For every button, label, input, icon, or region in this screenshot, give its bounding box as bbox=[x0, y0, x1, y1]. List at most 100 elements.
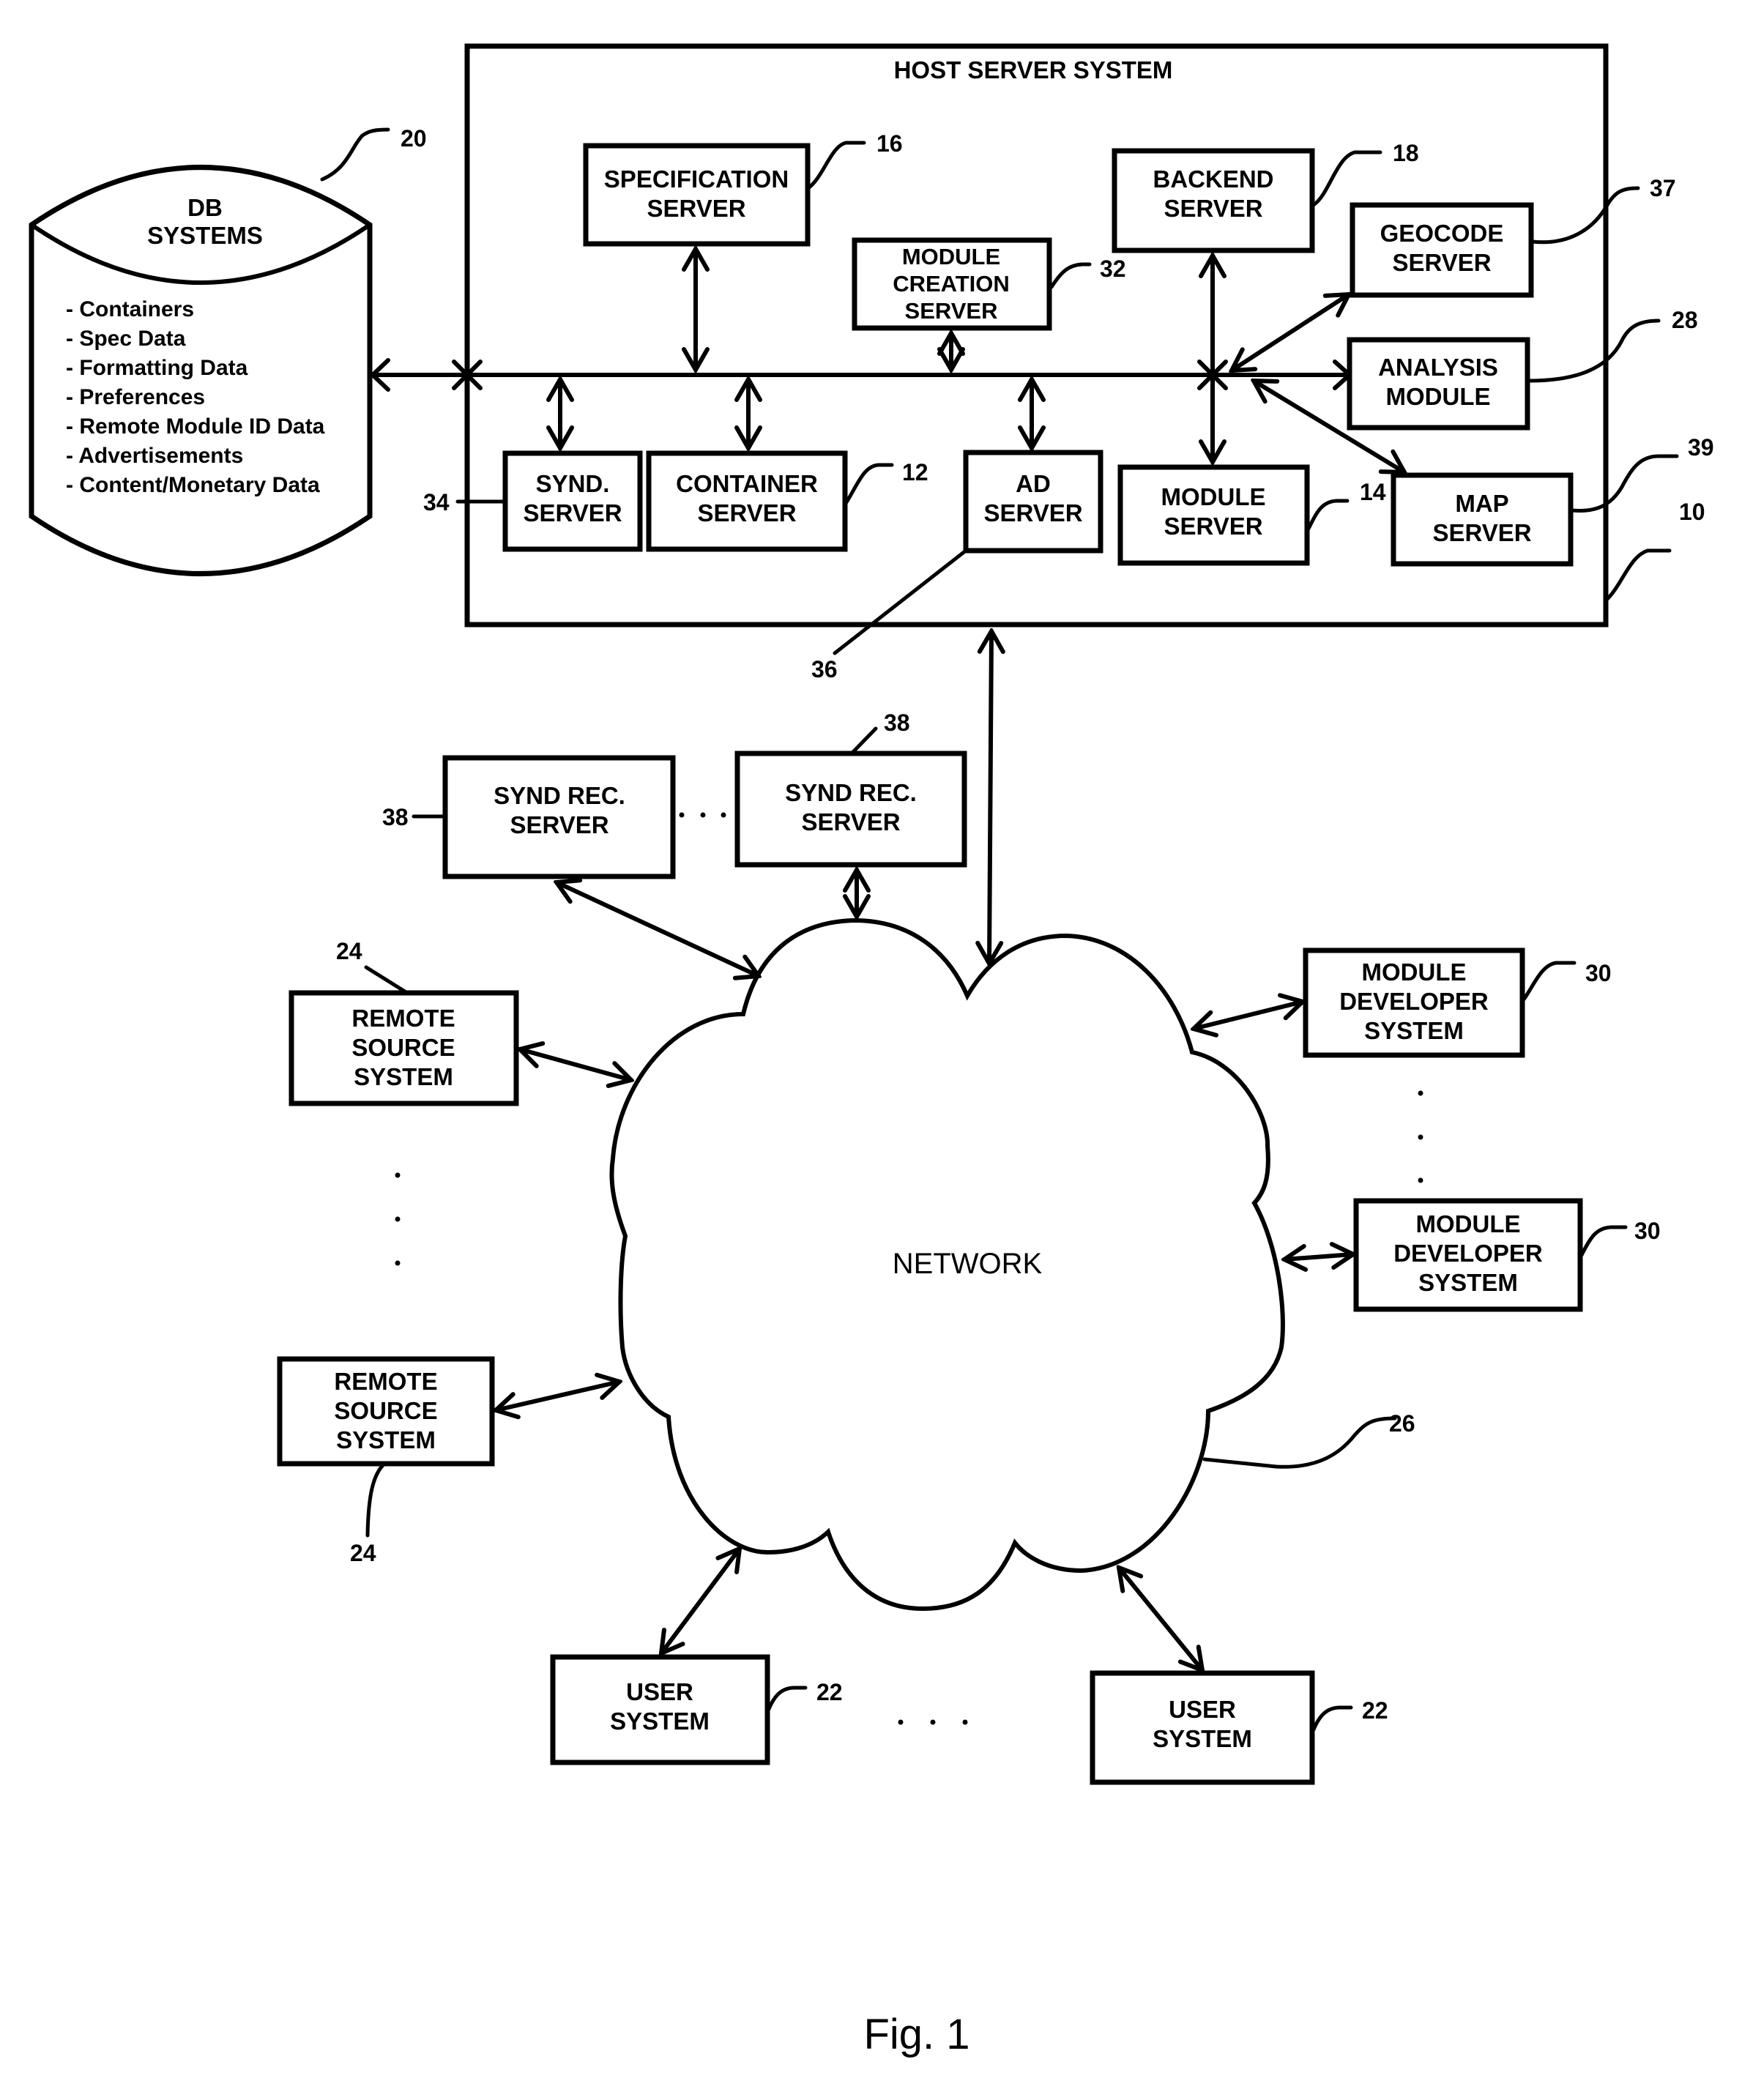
ref-label-39: 39 bbox=[1688, 434, 1714, 461]
db-item: - Preferences bbox=[66, 385, 205, 409]
synd-rec-2-label-2: SERVER bbox=[801, 808, 900, 835]
module-developer-dots bbox=[1418, 1090, 1423, 1183]
ref-label-10: 10 bbox=[1679, 499, 1705, 525]
module-developer-system-2[interactable]: MODULE DEVELOPER SYSTEM 30 bbox=[1353, 1198, 1661, 1312]
ref-leader-38b bbox=[849, 726, 878, 756]
remote-source-dots bbox=[395, 1172, 401, 1266]
module-server-label-1: MODULE bbox=[1161, 483, 1266, 510]
module-dev-1-label-2: DEVELOPER bbox=[1339, 988, 1489, 1015]
connector-module-dev-2-network bbox=[1284, 1254, 1353, 1259]
ref-label-32: 32 bbox=[1100, 256, 1126, 282]
specification-server-label-1: SPECIFICATION bbox=[604, 165, 789, 193]
host-server-system-title: HOST SERVER SYSTEM bbox=[894, 56, 1173, 83]
synd-rec-dots bbox=[679, 812, 726, 818]
ref-label-38b: 38 bbox=[884, 710, 910, 736]
db-item: - Formatting Data bbox=[66, 356, 248, 380]
ref-leader-30b bbox=[1579, 1225, 1628, 1257]
module-dev-2-label-3: SYSTEM bbox=[1418, 1269, 1518, 1296]
ref-label-30a: 30 bbox=[1585, 960, 1612, 986]
analysis-module-label-2: MODULE bbox=[1386, 383, 1491, 410]
figure-caption: Fig. 1 bbox=[863, 2011, 969, 2058]
user-system-2[interactable]: USER SYSTEM 22 bbox=[1090, 1670, 1388, 1785]
ref-leader-24a bbox=[364, 965, 409, 995]
geocode-server-label-1: GEOCODE bbox=[1380, 220, 1504, 247]
remote-source-2-label-3: SYSTEM bbox=[336, 1426, 436, 1453]
remote-source-system-2[interactable]: REMOTE SOURCE SYSTEM 24 bbox=[277, 1356, 495, 1566]
remote-source-system-1[interactable]: REMOTE SOURCE SYSTEM 24 bbox=[289, 938, 519, 1106]
ellipsis-dot bbox=[679, 812, 685, 818]
connector-user-1-network bbox=[661, 1549, 740, 1653]
specification-server-label-2: SERVER bbox=[647, 195, 745, 222]
network-label: NETWORK bbox=[893, 1248, 1043, 1280]
ref-label-22a: 22 bbox=[816, 1679, 843, 1705]
ref-label-24b: 24 bbox=[350, 1540, 376, 1566]
ellipsis-dot bbox=[1418, 1177, 1423, 1183]
db-item: - Spec Data bbox=[66, 327, 186, 351]
db-item: - Remote Module ID Data bbox=[66, 414, 325, 439]
map-server-label-2: SERVER bbox=[1432, 519, 1531, 546]
ref-label-24a: 24 bbox=[336, 938, 362, 964]
synd-server-label-1: SYND. bbox=[536, 470, 610, 497]
map-server-label-1: MAP bbox=[1455, 490, 1508, 517]
module-dev-2-label-2: DEVELOPER bbox=[1393, 1240, 1543, 1267]
ellipsis-dot bbox=[1418, 1090, 1423, 1096]
user-system-dots bbox=[898, 1719, 968, 1725]
module-dev-2-label-1: MODULE bbox=[1416, 1210, 1521, 1237]
synd-rec-1-label-2: SERVER bbox=[510, 811, 608, 838]
user-1-label-2: SYSTEM bbox=[610, 1708, 710, 1735]
ellipsis-dot bbox=[700, 812, 706, 818]
ref-leader-30a bbox=[1522, 961, 1577, 1002]
ref-label-12: 12 bbox=[902, 459, 928, 485]
ellipsis-dot bbox=[721, 812, 726, 818]
synd-rec-server-2[interactable]: SYND REC. SERVER 38 bbox=[734, 710, 967, 868]
system-architecture-diagram: HOST SERVER SYSTEM 10 SPECIFICATION SERV… bbox=[29, 43, 1714, 2058]
backend-server-label-1: BACKEND bbox=[1153, 165, 1274, 193]
ref-label-14: 14 bbox=[1360, 479, 1386, 505]
ref-label-38a: 38 bbox=[382, 804, 409, 830]
connector-synd-rec-1-network bbox=[557, 882, 759, 976]
remote-source-1-label-1: REMOTE bbox=[351, 1005, 455, 1032]
analysis-module-label-1: ANALYSIS bbox=[1378, 354, 1498, 381]
backend-server-label-2: SERVER bbox=[1164, 195, 1262, 222]
user-2-label-2: SYSTEM bbox=[1153, 1725, 1252, 1752]
remote-source-1-label-3: SYSTEM bbox=[354, 1063, 453, 1090]
synd-rec-server-1[interactable]: SYND REC. SERVER 38 bbox=[382, 755, 676, 879]
connector-remote-2-network bbox=[496, 1382, 619, 1410]
connector-module-dev-1-network bbox=[1194, 1002, 1303, 1029]
ref-label-22b: 22 bbox=[1362, 1697, 1388, 1724]
connector-user-2-network bbox=[1119, 1568, 1202, 1670]
synd-rec-1-label-1: SYND REC. bbox=[494, 782, 625, 809]
module-developer-system-1[interactable]: MODULE DEVELOPER SYSTEM 30 bbox=[1303, 947, 1612, 1058]
user-system-1[interactable]: USER SYSTEM 22 bbox=[550, 1654, 843, 1765]
user-2-label-1: USER bbox=[1169, 1696, 1236, 1723]
remote-source-1-label-2: SOURCE bbox=[351, 1034, 455, 1061]
ellipsis-dot bbox=[962, 1719, 968, 1725]
db-systems[interactable]: DB SYSTEMS - Containers - Spec Data - Fo… bbox=[29, 125, 427, 576]
db-title-line-1: DB bbox=[187, 194, 223, 221]
connector-host-network bbox=[989, 631, 991, 964]
remote-source-2-label-1: REMOTE bbox=[334, 1368, 437, 1395]
container-server-label-2: SERVER bbox=[697, 499, 796, 526]
synd-server-label-2: SERVER bbox=[523, 499, 622, 526]
db-item: - Content/Monetary Data bbox=[66, 473, 320, 497]
ref-leader-26 bbox=[1202, 1416, 1397, 1469]
module-server-label-2: SERVER bbox=[1164, 513, 1262, 540]
module-creation-label-1: MODULE bbox=[902, 244, 1000, 269]
module-dev-1-label-3: SYSTEM bbox=[1364, 1017, 1464, 1044]
ref-leader-22b bbox=[1311, 1705, 1353, 1732]
synd-server[interactable]: SYND. SERVER 34 bbox=[423, 450, 643, 552]
user-1-label-1: USER bbox=[626, 1678, 693, 1705]
ref-label-34: 34 bbox=[423, 489, 450, 515]
ref-label-20: 20 bbox=[401, 125, 427, 152]
module-creation-label-2: CREATION bbox=[893, 271, 1010, 297]
ref-leader-22a bbox=[767, 1686, 808, 1711]
module-dev-1-label-1: MODULE bbox=[1362, 958, 1467, 986]
network: NETWORK 26 bbox=[609, 917, 1415, 1612]
ref-leader-24b bbox=[365, 1463, 385, 1538]
ref-label-18: 18 bbox=[1393, 140, 1419, 166]
module-creation-label-3: SERVER bbox=[905, 298, 998, 324]
ref-label-28: 28 bbox=[1672, 307, 1698, 333]
ellipsis-dot bbox=[930, 1719, 936, 1725]
synd-rec-2-label-1: SYND REC. bbox=[785, 779, 917, 806]
ref-leader-10 bbox=[1604, 548, 1672, 603]
